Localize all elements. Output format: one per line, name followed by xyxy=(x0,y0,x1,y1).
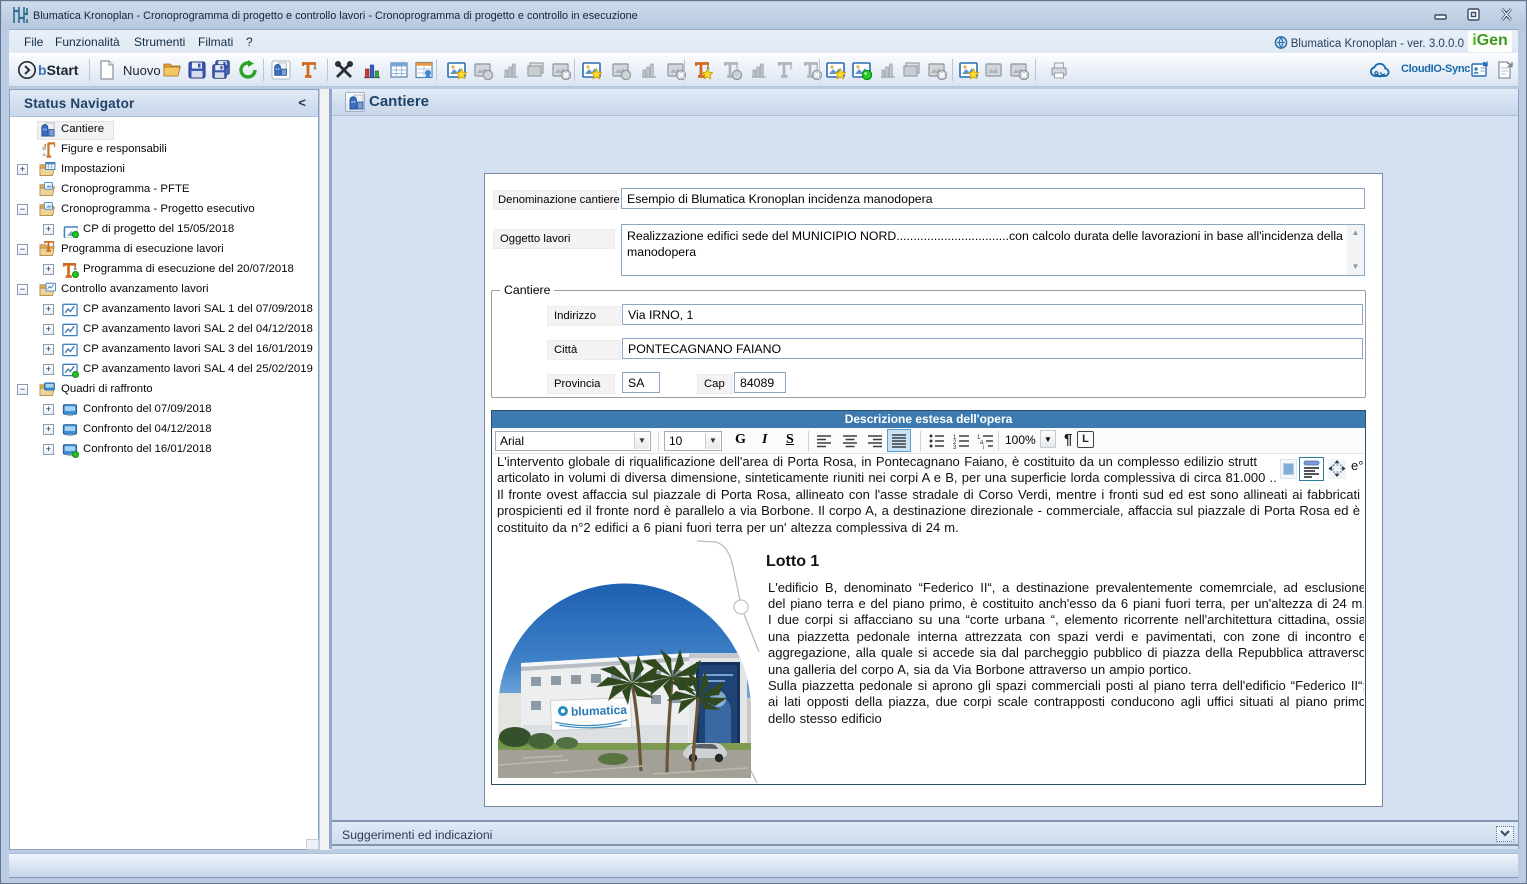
svg-text:i: i xyxy=(983,445,984,451)
svg-text:3: 3 xyxy=(953,445,957,451)
svg-text:blumatica: blumatica xyxy=(571,703,628,719)
